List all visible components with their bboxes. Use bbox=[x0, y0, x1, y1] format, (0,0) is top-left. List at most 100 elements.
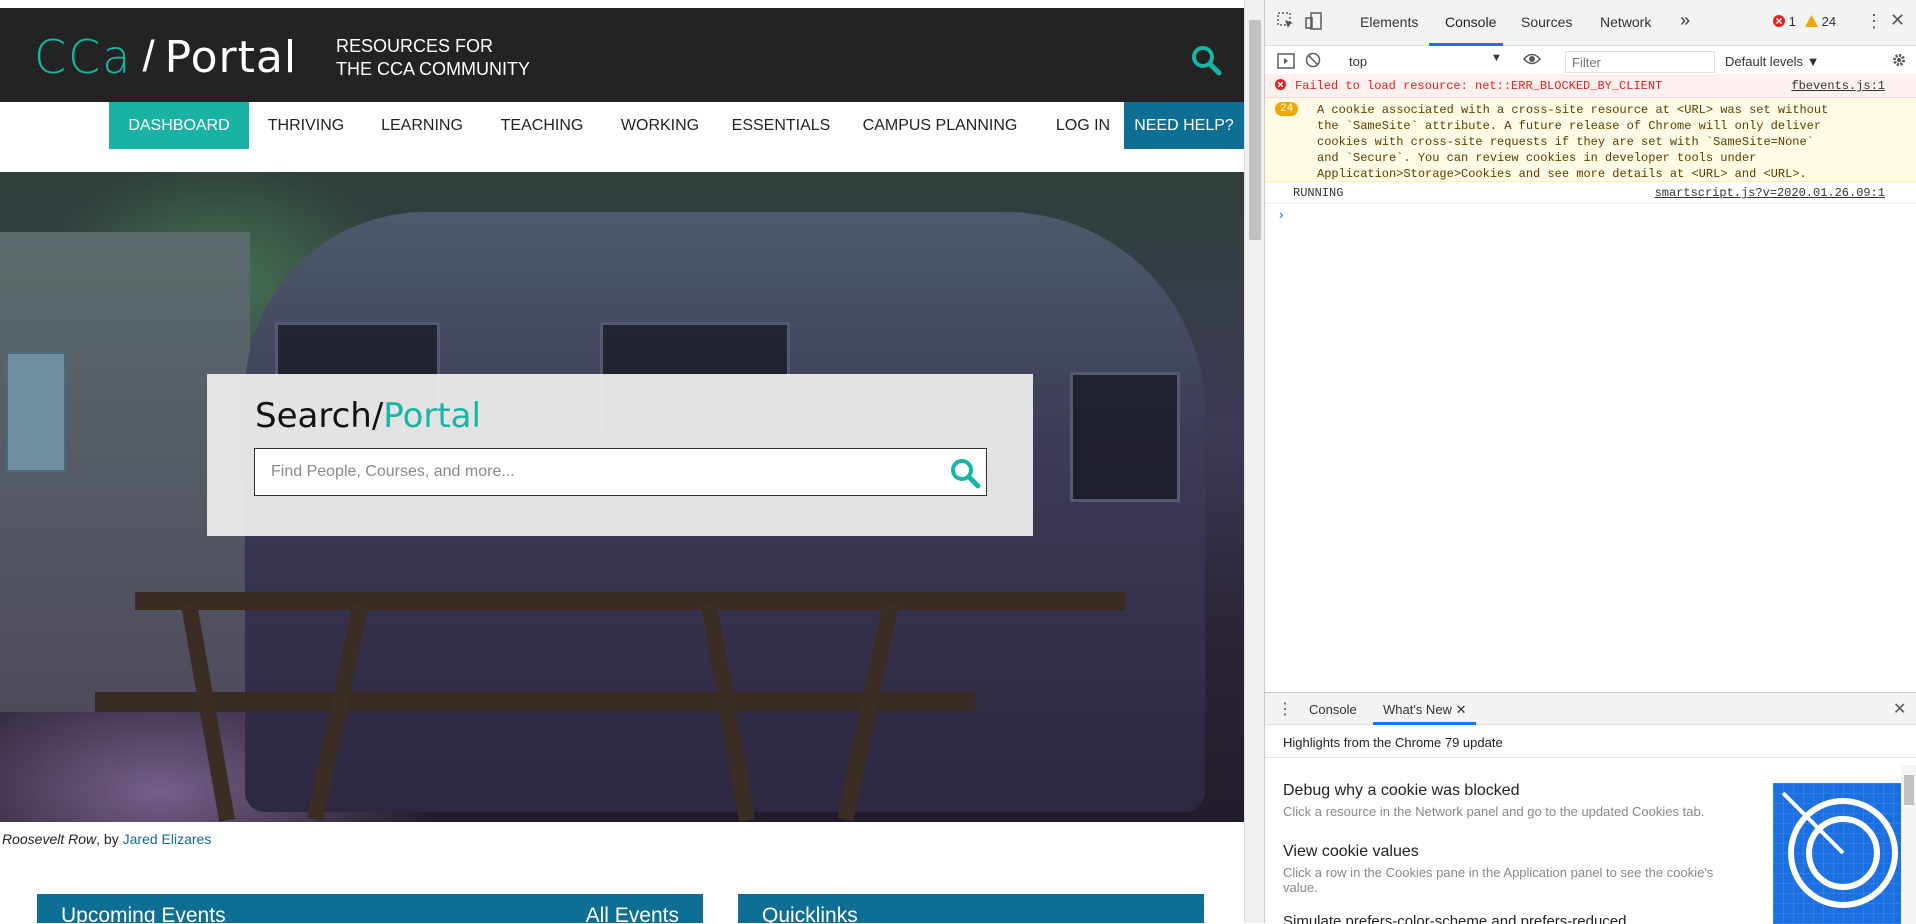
site-logo[interactable]: CCa / Portal bbox=[34, 30, 298, 84]
drawer-tab-label: What's New bbox=[1383, 702, 1452, 717]
nav-need-help[interactable]: NEED HELP? bbox=[1124, 102, 1244, 149]
site-header: CCa / Portal RESOURCES FOR THE CCA COMMU… bbox=[0, 8, 1244, 102]
log-source-link[interactable]: smartscript.js?v=2020.01.26.09:1 bbox=[1655, 186, 1885, 200]
nav-log-in[interactable]: LOG IN bbox=[1048, 102, 1118, 149]
web-page: CCa / Portal RESOURCES FOR THE CCA COMMU… bbox=[0, 0, 1244, 923]
warning-line: A cookie associated with a cross-site re… bbox=[1317, 103, 1829, 117]
upcoming-events-header: Upcoming Events All Events bbox=[37, 894, 703, 923]
log-levels-label: Default levels bbox=[1725, 54, 1804, 69]
search-submit-icon[interactable] bbox=[949, 457, 981, 489]
caption-author-link[interactable]: Jared Elizares bbox=[123, 831, 212, 847]
top-band bbox=[0, 0, 1244, 8]
whats-new-item-title[interactable]: View cookie values bbox=[1283, 843, 1419, 861]
console-log-row[interactable]: RUNNING smartscript.js?v=2020.01.26.09:1 bbox=[1265, 182, 1916, 204]
warning-repeat-badge: 24 bbox=[1275, 102, 1299, 116]
drawer-scroll-thumb[interactable] bbox=[1904, 775, 1914, 805]
nav-dashboard[interactable]: DASHBOARD bbox=[109, 102, 249, 149]
console-filter-input[interactable] bbox=[1565, 51, 1715, 73]
warning-line: cookies with cross-site requests if they… bbox=[1317, 135, 1814, 149]
settings-gear-icon[interactable] bbox=[1891, 52, 1907, 73]
console-error-row[interactable]: Failed to load resource: net::ERR_BLOCKE… bbox=[1265, 74, 1916, 98]
console-prompt[interactable]: › bbox=[1277, 208, 1285, 224]
logo-mark: CCa bbox=[34, 30, 133, 84]
console-warning-row[interactable]: 24 A cookie associated with a cross-site… bbox=[1265, 98, 1916, 182]
logo-slash: / bbox=[142, 32, 155, 81]
all-events-link[interactable]: All Events bbox=[586, 904, 679, 923]
quicklinks-header: Quicklinks bbox=[738, 894, 1204, 923]
whats-new-item-title[interactable]: Simulate prefers-color-scheme and prefer… bbox=[1283, 913, 1626, 924]
warning-message: A cookie associated with a cross-site re… bbox=[1317, 102, 1828, 182]
error-icon bbox=[1275, 79, 1286, 94]
kebab-menu-icon[interactable]: ⋮ bbox=[1865, 11, 1883, 32]
inspect-element-icon[interactable] bbox=[1277, 12, 1295, 35]
device-toolbar-icon[interactable] bbox=[1305, 12, 1323, 35]
logo-portal: Portal bbox=[164, 31, 298, 83]
search-title-slash: / bbox=[371, 396, 384, 436]
warning-line: and `Secure`. You can review cookies in … bbox=[1317, 151, 1757, 165]
search-title-portal: Portal bbox=[383, 396, 481, 436]
caption-by: , by bbox=[96, 831, 123, 847]
error-source-link[interactable]: fbevents.js:1 bbox=[1791, 79, 1885, 93]
log-levels-dropdown[interactable]: Default levels ▼ bbox=[1725, 54, 1820, 69]
eye-icon[interactable] bbox=[1522, 52, 1542, 71]
devtools-drawer: ⋮ Console What's New ✕ ✕ Highlights from… bbox=[1265, 692, 1916, 924]
tab-sources[interactable]: Sources bbox=[1521, 14, 1572, 30]
divider bbox=[1265, 757, 1916, 758]
quicklinks-title: Quicklinks bbox=[762, 904, 858, 923]
warning-icon bbox=[1805, 15, 1818, 27]
error-count: 1 bbox=[1788, 14, 1796, 29]
hero-table bbox=[135, 592, 1125, 610]
sidebar-toggle-icon[interactable] bbox=[1277, 53, 1295, 74]
drawer-tabbar: ⋮ Console What's New ✕ ✕ bbox=[1265, 693, 1916, 725]
drawer-tab-console[interactable]: Console bbox=[1309, 702, 1357, 717]
search-title-main: Search bbox=[255, 396, 372, 436]
tab-network[interactable]: Network bbox=[1600, 14, 1651, 30]
whats-new-heading: Highlights from the Chrome 79 update bbox=[1283, 735, 1503, 750]
close-drawer-icon[interactable]: ✕ bbox=[1893, 699, 1906, 719]
nav-thriving[interactable]: THRIVING bbox=[256, 102, 356, 149]
close-tab-icon[interactable]: ✕ bbox=[1456, 702, 1467, 717]
search-icon[interactable] bbox=[1190, 44, 1222, 76]
error-message: Failed to load resource: net::ERR_BLOCKE… bbox=[1295, 79, 1663, 93]
warning-line: Application>Storage>Cookies and see more… bbox=[1317, 167, 1807, 181]
search-box bbox=[254, 448, 987, 496]
tagline-line1: RESOURCES FOR bbox=[336, 36, 494, 56]
drawer-scrollbar[interactable] bbox=[1901, 765, 1916, 924]
main-nav: DASHBOARD THRIVING LEARNING TEACHING WOR… bbox=[0, 102, 1244, 149]
tagline-line2: THE CCA COMMUNITY bbox=[336, 59, 531, 79]
chrome-79-illustration bbox=[1773, 783, 1901, 924]
nav-learning[interactable]: LEARNING bbox=[372, 102, 472, 149]
error-count-badge[interactable]: 1 bbox=[1773, 14, 1796, 29]
whats-new-item-desc: Click a resource in the Network panel an… bbox=[1283, 804, 1705, 819]
hero-window bbox=[1070, 372, 1180, 502]
search-input[interactable] bbox=[269, 449, 919, 495]
devtools-tabbar: Elements Console Sources Network » 1 24 … bbox=[1265, 0, 1916, 46]
close-icon[interactable]: ✕ bbox=[1890, 10, 1905, 31]
nav-working[interactable]: WORKING bbox=[612, 102, 708, 149]
caption-title: Roosevelt Row bbox=[2, 831, 97, 847]
nav-campus-planning[interactable]: CAMPUS PLANNING bbox=[856, 102, 1024, 149]
clear-console-icon[interactable] bbox=[1305, 52, 1321, 73]
warning-line: the `SameSite` attribute. A future relea… bbox=[1317, 119, 1822, 133]
context-selector[interactable]: top bbox=[1349, 54, 1367, 69]
page-scrollbar[interactable] bbox=[1244, 0, 1264, 923]
more-tabs-icon[interactable]: » bbox=[1680, 10, 1690, 31]
search-card: Search/Portal bbox=[207, 374, 1033, 536]
whats-new-item-title[interactable]: Debug why a cookie was blocked bbox=[1283, 782, 1520, 800]
whats-new-item-desc: Click a row in the Cookies pane in the A… bbox=[1283, 865, 1714, 895]
log-message: RUNNING bbox=[1293, 186, 1344, 200]
error-icon bbox=[1773, 15, 1785, 27]
drawer-active-indicator bbox=[1373, 722, 1476, 725]
chevron-down-icon[interactable]: ▼ bbox=[1491, 52, 1502, 64]
devtools-panel: Elements Console Sources Network » 1 24 … bbox=[1264, 0, 1916, 924]
tab-elements[interactable]: Elements bbox=[1360, 14, 1418, 30]
warning-count-badge[interactable]: 24 bbox=[1805, 14, 1836, 29]
photo-caption: Roosevelt Row, by Jared Elizares bbox=[2, 831, 211, 847]
tab-console[interactable]: Console bbox=[1445, 14, 1496, 30]
drawer-menu-icon[interactable]: ⋮ bbox=[1277, 699, 1293, 719]
site-tagline: RESOURCES FOR THE CCA COMMUNITY bbox=[336, 35, 530, 81]
drawer-tab-whats-new[interactable]: What's New ✕ bbox=[1383, 702, 1466, 718]
page-scroll-thumb[interactable] bbox=[1249, 20, 1261, 240]
nav-teaching[interactable]: TEACHING bbox=[492, 102, 592, 149]
nav-essentials[interactable]: ESSENTIALS bbox=[728, 102, 834, 149]
